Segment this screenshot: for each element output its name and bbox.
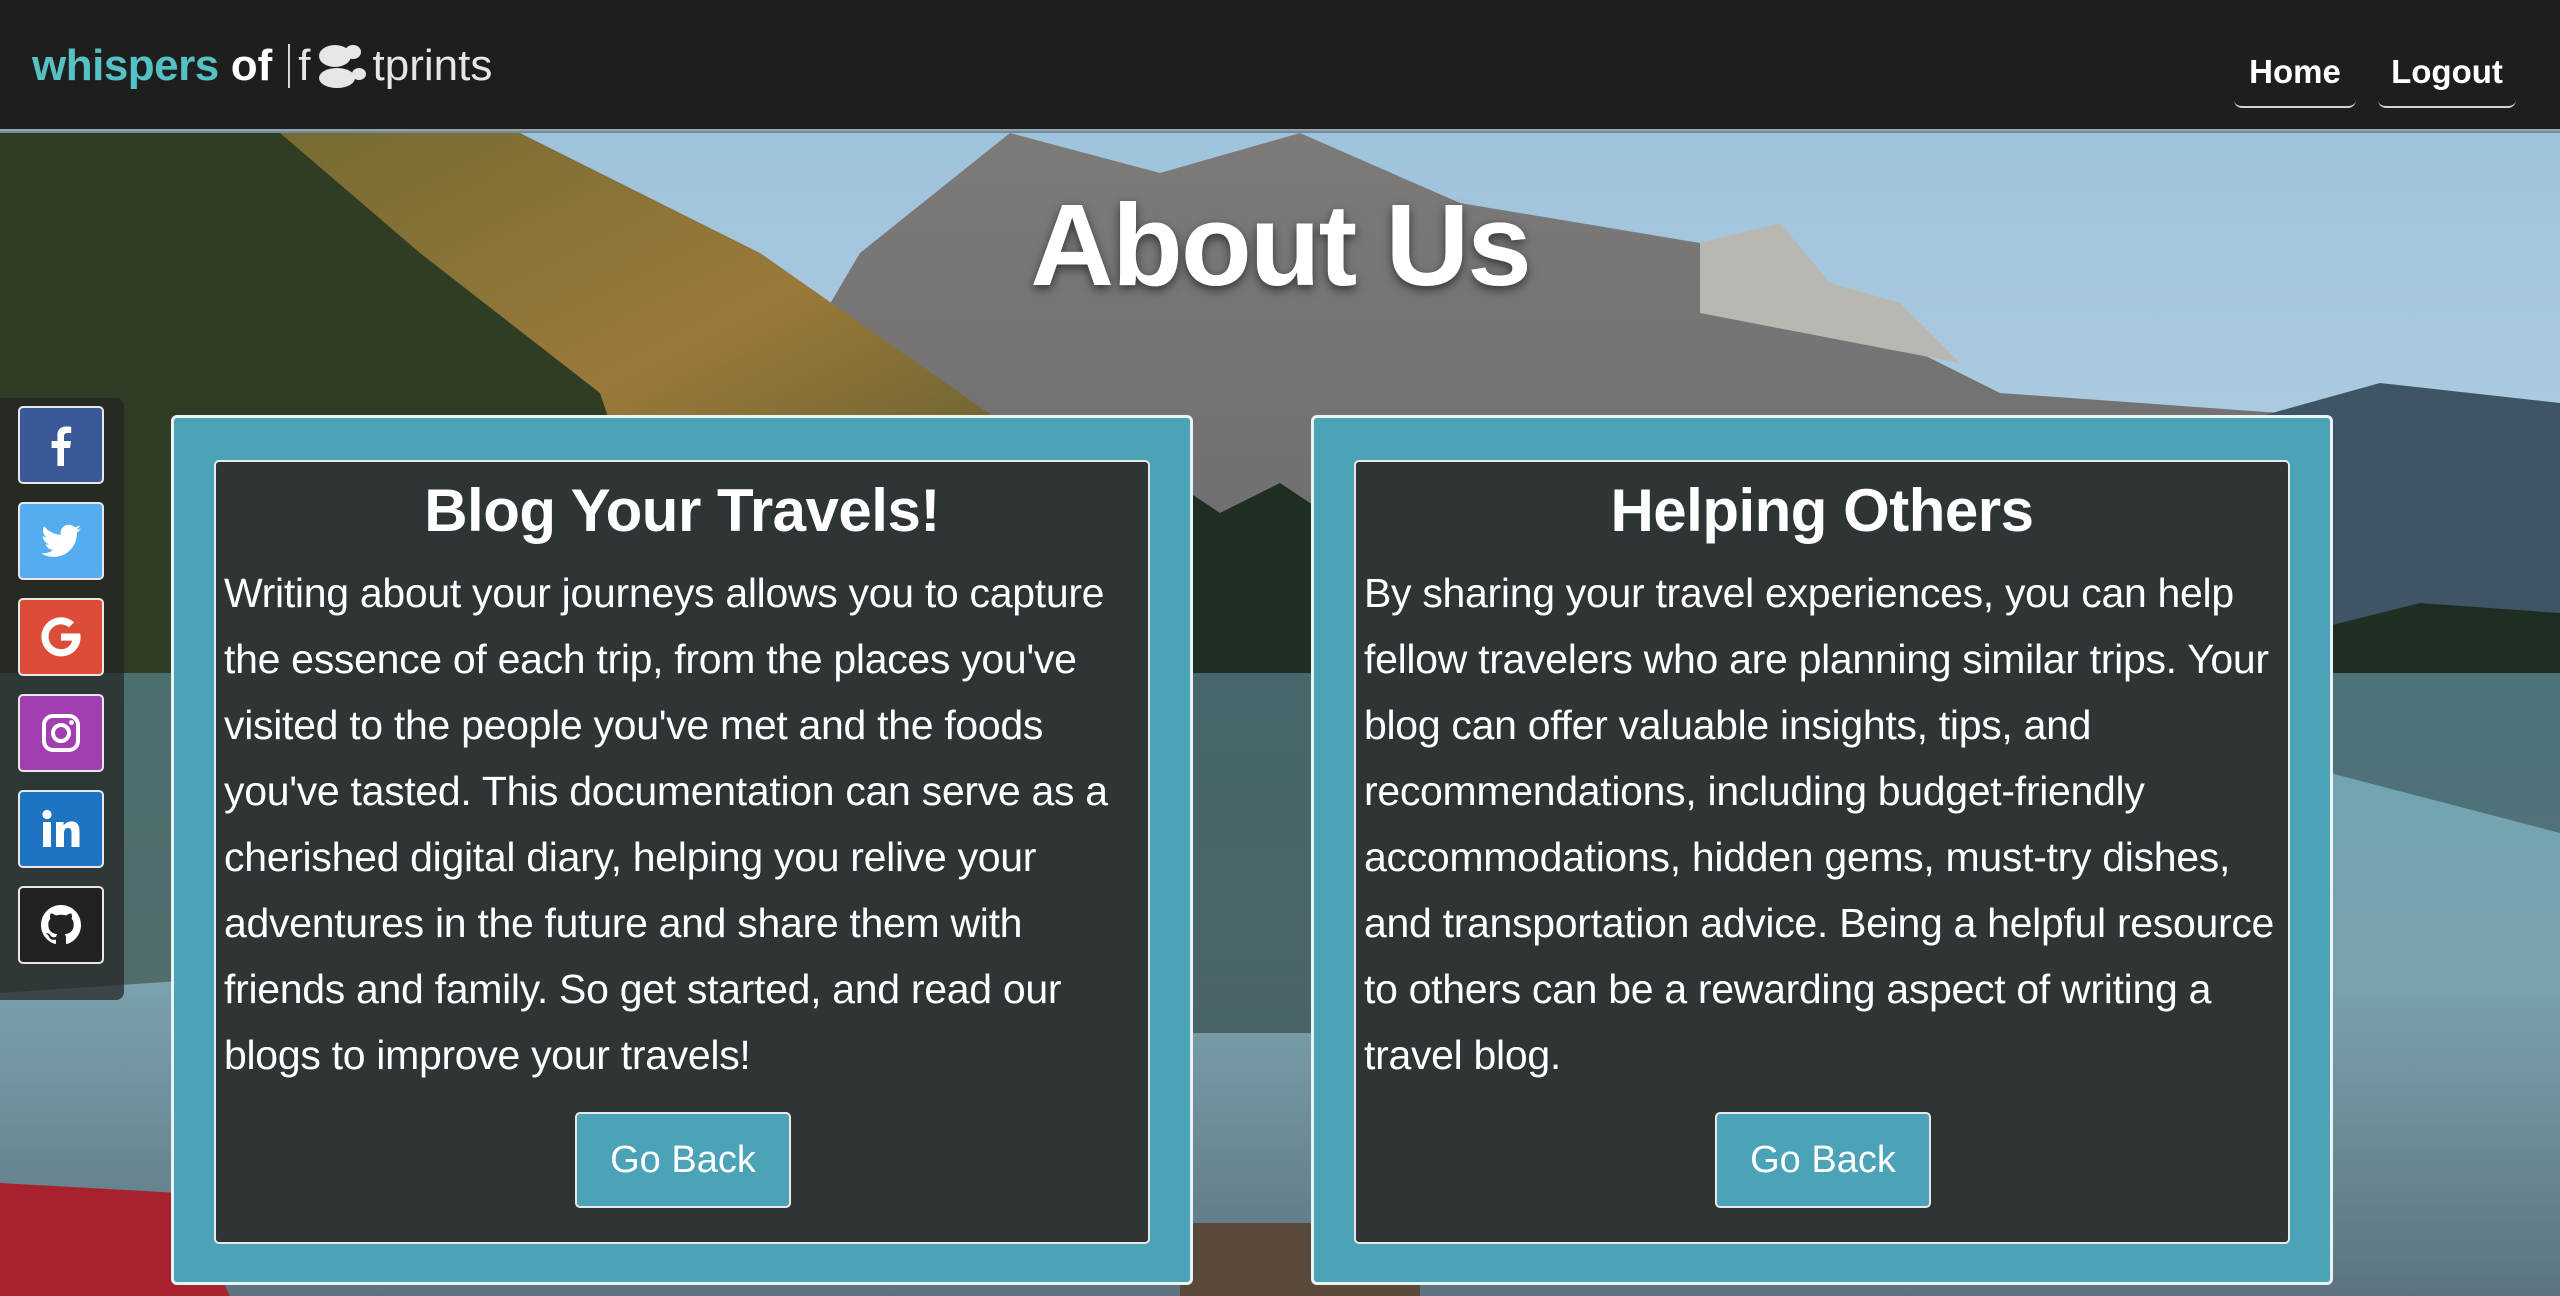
google-icon — [41, 617, 81, 657]
twitter-button[interactable] — [18, 502, 104, 580]
card-panel: Blog Your Travels! Writing about your jo… — [214, 460, 1150, 1244]
go-back-button[interactable]: Go Back — [1715, 1112, 1931, 1208]
twitter-icon — [41, 524, 81, 557]
github-icon — [41, 905, 81, 944]
go-back-button[interactable]: Go Back — [575, 1112, 791, 1208]
brand-foot-prefix: f — [298, 41, 311, 90]
instagram-button[interactable] — [18, 694, 104, 772]
brand-whispers-text: whispers — [32, 41, 219, 90]
card-blog-your-travels: Blog Your Travels! Writing about your jo… — [171, 415, 1193, 1285]
linkedin-icon — [42, 809, 80, 847]
card-title: Blog Your Travels! — [424, 477, 940, 544]
instagram-icon — [42, 714, 80, 752]
card-panel: Helping Others By sharing your travel ex… — [1354, 460, 2290, 1244]
brand-of-text: of — [230, 41, 273, 90]
nav-home-link[interactable]: Home — [2234, 38, 2356, 108]
brand-foot-suffix: tprints — [372, 41, 493, 90]
google-button[interactable] — [18, 598, 104, 676]
github-button[interactable] — [18, 886, 104, 964]
facebook-icon — [51, 426, 72, 466]
navbar: whispers of f tprints Home Logout — [0, 0, 2560, 131]
card-helping-others: Helping Others By sharing your travel ex… — [1311, 415, 2333, 1285]
brand-logo[interactable]: whispers of f tprints — [32, 38, 492, 94]
card-body-text: By sharing your travel experiences, you … — [1364, 570, 2275, 1078]
brand-divider — [288, 44, 291, 88]
linkedin-button[interactable] — [18, 790, 104, 868]
page-title: About Us — [1030, 180, 1532, 310]
card-title: Helping Others — [1610, 477, 2034, 544]
nav-logout-link[interactable]: Logout — [2378, 38, 2516, 108]
facebook-button[interactable] — [18, 406, 104, 484]
card-body-text: Writing about your journeys allows you t… — [224, 570, 1108, 1078]
footprint-icon — [318, 45, 366, 88]
